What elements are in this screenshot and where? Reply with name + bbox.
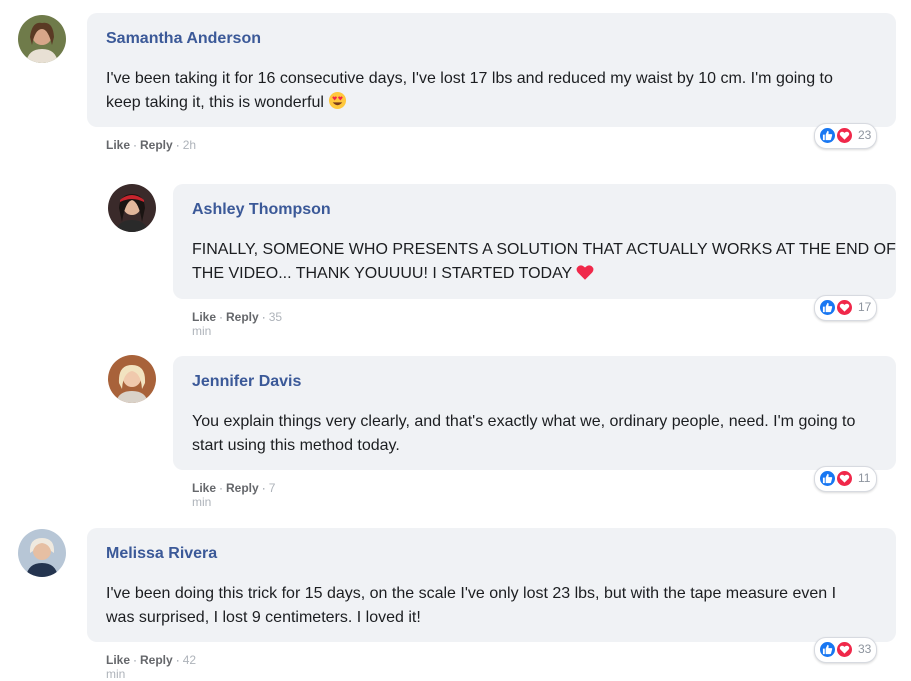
reaction-summary[interactable]: 23 bbox=[814, 123, 877, 149]
comment-bubble: Melissa Rivera I've been doing this tric… bbox=[87, 528, 896, 642]
comment-actions: Like · Reply · 42 min bbox=[106, 653, 197, 681]
comment-bubble: Samantha Anderson I've been taking it fo… bbox=[87, 13, 896, 127]
comment-bubble: Ashley Thompson FINALLY, SOMEONE WHO PRE… bbox=[173, 184, 896, 299]
avatar[interactable] bbox=[18, 529, 66, 577]
love-reaction-icon bbox=[836, 127, 853, 144]
like-link[interactable]: Like bbox=[192, 481, 216, 495]
comment-actions: Like · Reply · 7 min bbox=[192, 481, 276, 509]
reaction-count: 17 bbox=[858, 300, 872, 314]
like-reaction-icon bbox=[819, 470, 836, 487]
reply-link[interactable]: Reply bbox=[140, 653, 173, 667]
love-reaction-icon bbox=[836, 470, 853, 487]
reaction-count: 33 bbox=[858, 642, 872, 656]
like-link[interactable]: Like bbox=[192, 310, 216, 324]
avatar[interactable] bbox=[108, 355, 156, 403]
reaction-summary[interactable]: 33 bbox=[814, 637, 877, 663]
reply-link[interactable]: Reply bbox=[140, 138, 173, 152]
reply-link[interactable]: Reply bbox=[226, 481, 259, 495]
like-link[interactable]: Like bbox=[106, 138, 130, 152]
comment-timestamp: 2h bbox=[182, 138, 197, 152]
comment-text: I've been doing this trick for 15 days, … bbox=[106, 585, 837, 626]
love-reaction-icon bbox=[836, 641, 853, 658]
comment-author[interactable]: Samantha Anderson bbox=[106, 30, 261, 48]
avatar[interactable] bbox=[18, 15, 66, 63]
comment-author[interactable]: Ashley Thompson bbox=[192, 201, 331, 219]
comment-text: FINALLY, SOMEONE WHO PRESENTS A SOLUTION… bbox=[192, 238, 896, 289]
love-reaction-icon bbox=[836, 299, 853, 316]
like-reaction-icon bbox=[819, 299, 836, 316]
comment-text: You explain things very clearly, and tha… bbox=[192, 413, 856, 454]
avatar[interactable] bbox=[108, 184, 156, 232]
reaction-count: 23 bbox=[858, 128, 872, 142]
like-reaction-icon bbox=[819, 127, 836, 144]
comment-author[interactable]: Jennifer Davis bbox=[192, 373, 301, 391]
reaction-summary[interactable]: 17 bbox=[814, 295, 877, 321]
comment-author[interactable]: Melissa Rivera bbox=[106, 545, 217, 563]
comment-actions: Like · Reply · 2h bbox=[106, 138, 197, 152]
red-heart-emoji bbox=[576, 264, 594, 289]
reaction-summary[interactable]: 11 bbox=[814, 466, 877, 492]
like-reaction-icon bbox=[819, 641, 836, 658]
comment-text: I've been taking it for 16 consecutive d… bbox=[106, 67, 833, 118]
comment-bubble: Jennifer Davis You explain things very c… bbox=[173, 356, 896, 470]
heart-eyes-emoji bbox=[328, 91, 347, 118]
like-link[interactable]: Like bbox=[106, 653, 130, 667]
comment-actions: Like · Reply · 35 min bbox=[192, 310, 283, 338]
reaction-count: 11 bbox=[858, 471, 871, 485]
reply-link[interactable]: Reply bbox=[226, 310, 259, 324]
